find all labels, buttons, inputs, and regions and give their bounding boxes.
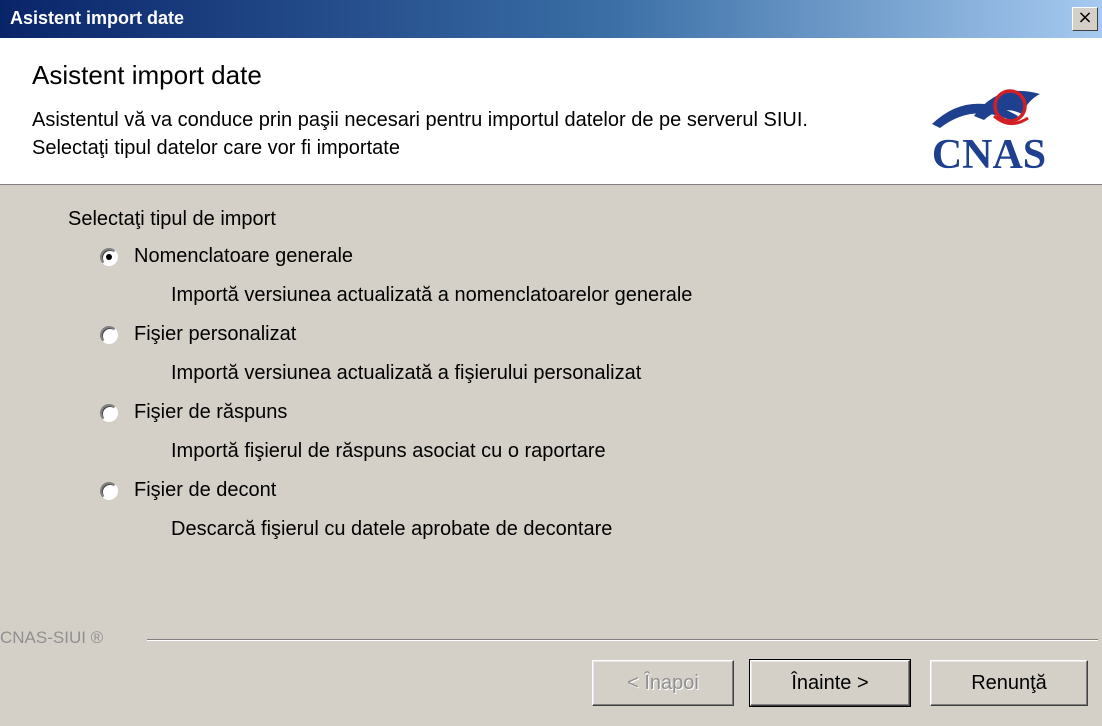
brand-label: CNAS-SIUI ® <box>0 628 104 647</box>
option-label[interactable]: Fişier de răspuns <box>134 401 287 424</box>
window-title: Asistent import date <box>10 8 185 28</box>
option-fisier-personalizat[interactable]: Fişier personalizat <box>100 323 296 346</box>
option-label[interactable]: Nomenclatoare generale <box>134 245 353 268</box>
import-type-label: Selectaţi tipul de import <box>68 208 276 230</box>
close-button[interactable]: × <box>1072 7 1098 31</box>
option-fisier-de-raspuns[interactable]: Fişier de răspuns <box>100 401 287 424</box>
option-nomenclatoare-generale[interactable]: Nomenclatoare generale <box>100 245 353 268</box>
option-description: Importă fişierul de răspuns asociat cu o… <box>171 440 606 462</box>
cnas-logo: CNAS <box>932 89 1046 176</box>
footer-divider <box>147 639 1098 641</box>
back-button[interactable]: < Înapoi <box>592 660 734 706</box>
option-description: Descarcă fişierul cu datele aprobate de … <box>171 518 613 540</box>
option-description: Importă versiunea actualizată a nomencla… <box>171 284 693 306</box>
radio-button-selected[interactable] <box>100 247 118 266</box>
radio-button[interactable] <box>100 481 118 500</box>
option-description: Importă versiunea actualizată a fişierul… <box>171 362 642 384</box>
page-description: Asistentul vă va conduce prin paşii nece… <box>32 109 808 159</box>
page-title: Asistent import date <box>32 60 262 90</box>
next-button[interactable]: Înainte > <box>749 659 911 707</box>
radio-button[interactable] <box>100 325 118 344</box>
radio-button[interactable] <box>100 403 118 422</box>
title-bar: Asistent import date × <box>0 0 1102 38</box>
option-fisier-de-decont[interactable]: Fişier de decont <box>100 479 276 502</box>
logo-text: CNAS <box>932 132 1046 176</box>
option-label[interactable]: Fişier personalizat <box>134 323 296 346</box>
cancel-button[interactable]: Renunţă <box>930 660 1088 706</box>
option-label[interactable]: Fişier de decont <box>134 479 276 502</box>
wizard-header: Asistent import date Asistentul vă va co… <box>0 38 1102 185</box>
